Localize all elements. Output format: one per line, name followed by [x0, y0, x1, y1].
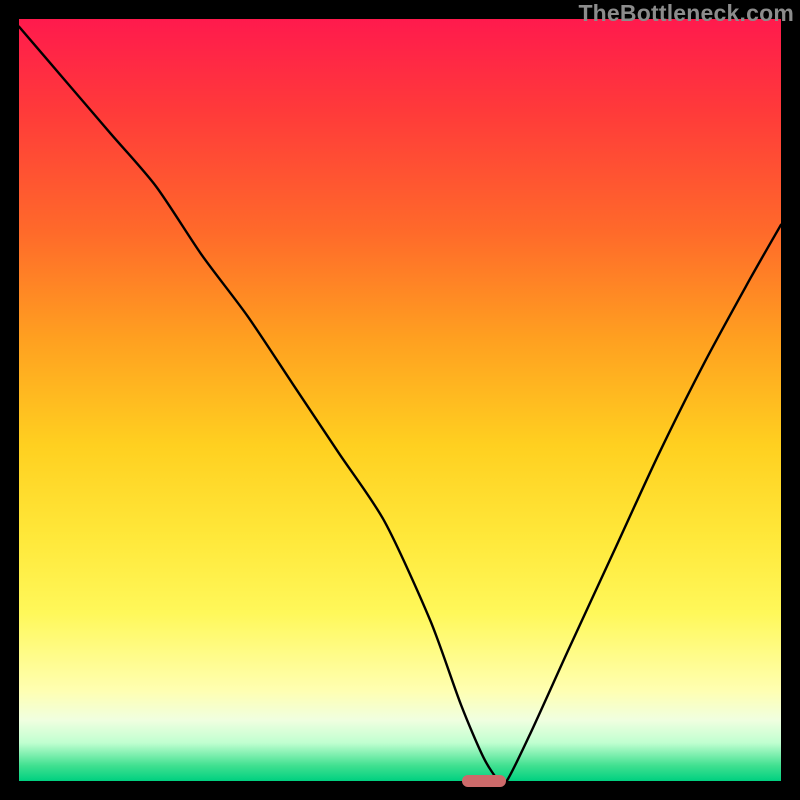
bottleneck-curve [19, 19, 781, 781]
optimum-marker [462, 775, 506, 787]
chart-stage: TheBottleneck.com [0, 0, 800, 800]
chart-plot-area [19, 19, 781, 781]
watermark-text: TheBottleneck.com [578, 0, 794, 27]
